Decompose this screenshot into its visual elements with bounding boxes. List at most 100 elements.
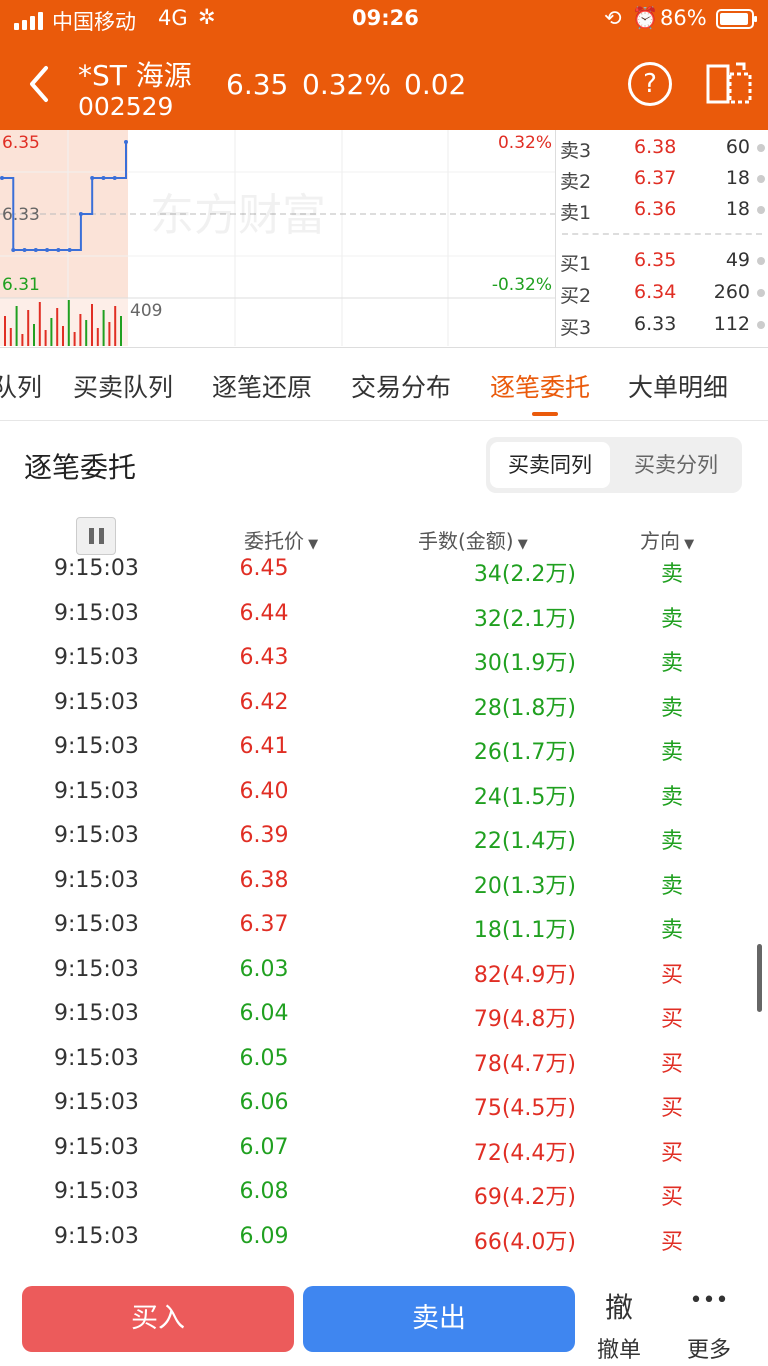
order-direction: 买: [660, 1007, 683, 1032]
order-time: 9:15:03: [54, 1090, 139, 1115]
order-row[interactable]: 9:15:03 6.03 82(4.9万) 买: [0, 957, 768, 1001]
volume-bar: [62, 326, 64, 346]
order-row[interactable]: 9:15:03 6.44 32(2.1万) 卖: [0, 601, 768, 645]
battery-icon: [716, 9, 757, 29]
tab-item[interactable]: 大单明细: [628, 368, 728, 404]
order-row[interactable]: 9:15:03 6.40 24(1.5万) 卖: [0, 779, 768, 823]
order-quantity: 24(1.5万): [473, 784, 576, 810]
chart-down-pct: -0.32%: [492, 275, 552, 295]
order-row[interactable]: 9:15:03 6.38 20(1.3万) 卖: [0, 868, 768, 912]
order-row[interactable]: 9:15:03 6.04 79(4.8万) 买: [0, 1001, 768, 1045]
order-direction: 买: [660, 1229, 683, 1255]
order-row[interactable]: 9:15:03 6.43 30(1.9万) 卖: [0, 645, 768, 689]
price-point: [124, 140, 128, 144]
volume-bar: [108, 322, 111, 346]
ask-row[interactable]: 卖3 6.38 60: [556, 134, 768, 162]
level-price: 6.34: [634, 281, 677, 303]
tab-item[interactable]: 买卖队列: [73, 368, 173, 404]
order-time: 9:15:03: [54, 1134, 139, 1160]
scrollbar[interactable]: [757, 944, 762, 1012]
level-volume: 60: [725, 136, 750, 158]
order-price: 6.44: [239, 600, 289, 626]
watermark: 东方财富: [150, 190, 326, 241]
order-row[interactable]: 9:15:03 6.07 72(4.4万) 买: [0, 1135, 768, 1179]
ask-row[interactable]: 卖1 6.36 18: [556, 196, 768, 224]
order-row[interactable]: 9:15:03 6.41 26(1.7万) 卖: [0, 734, 768, 778]
order-row[interactable]: 9:15:03 6.45 34(2.2万) 卖: [0, 556, 768, 600]
order-row[interactable]: 9:15:03 6.09 66(4.0万) 买: [0, 1224, 768, 1268]
order-price: 6.43: [239, 645, 289, 670]
ask-row[interactable]: 卖2 6.37 18: [556, 165, 768, 193]
order-quantity: 75(4.5万): [473, 1096, 576, 1121]
same-column-button[interactable]: 买卖同列: [490, 442, 610, 488]
pause-button[interactable]: [76, 517, 116, 555]
order-row[interactable]: 9:15:03 6.06 75(4.5万) 买: [0, 1090, 768, 1134]
cancel-label: 撤单: [596, 1338, 641, 1363]
order-quantity: 79(4.8万): [473, 1007, 576, 1032]
level-volume: 18: [725, 198, 750, 220]
order-price: 6.04: [239, 1001, 289, 1026]
level-volume: 49: [725, 249, 750, 271]
order-quantity: 69(4.2万): [473, 1185, 576, 1210]
volume-bar: [21, 334, 24, 346]
back-button[interactable]: [22, 62, 58, 106]
price-point: [11, 248, 16, 252]
price-point: [22, 248, 27, 252]
direction-column-sort[interactable]: 方向 ▼: [640, 525, 694, 554]
order-price: 6.39: [239, 823, 289, 848]
more-button[interactable]: ••• 更多: [676, 1282, 742, 1363]
order-direction: 买: [660, 1051, 683, 1077]
tab-item[interactable]: 逐笔委托: [490, 368, 590, 404]
tab-item[interactable]: 队列: [0, 368, 42, 404]
order-price: 6.45: [239, 556, 289, 581]
help-button[interactable]: ?: [628, 62, 672, 106]
volume-bar: [56, 308, 59, 346]
order-quantity: 26(1.7万): [473, 740, 576, 765]
order-row[interactable]: 9:15:03 6.05 78(4.7万) 买: [0, 1046, 768, 1090]
cancel-order-button[interactable]: 撤 撤单: [588, 1282, 650, 1363]
sell-button[interactable]: 卖出: [303, 1286, 575, 1352]
order-price: 6.08: [239, 1179, 289, 1204]
level-price: 6.38: [634, 136, 677, 158]
bid-row[interactable]: 买1 6.35 49: [556, 247, 768, 275]
order-book[interactable]: 卖3 6.38 60 卖2 6.37 18 卖1 6.36 18 买1 6.35 49 买2 6.34 26…: [556, 130, 768, 347]
order-price: 6.09: [239, 1223, 289, 1249]
direction-column-label: 方向: [640, 529, 680, 553]
split-column-button[interactable]: 买卖分列: [616, 442, 736, 488]
price-column-sort[interactable]: 委托价 ▼: [244, 525, 318, 554]
price-point: [33, 248, 38, 252]
level-price: 6.36: [634, 198, 677, 220]
tab-item[interactable]: 交易分布: [351, 368, 451, 404]
order-time: 9:15:03: [54, 912, 139, 937]
layout-switch-button[interactable]: [706, 62, 752, 106]
bid-row[interactable]: 买3 6.33 112: [556, 311, 768, 339]
order-direction: 卖: [660, 784, 683, 810]
chart-mid-label: 6.33: [2, 205, 40, 225]
order-row[interactable]: 9:15:03 6.37 18(1.1万) 卖: [0, 912, 768, 956]
order-quantity: 34(2.2万): [473, 562, 576, 587]
bottom-action-bar: 买入 卖出 撤 撤单 ••• 更多: [0, 1276, 768, 1366]
order-quantity: 28(1.8万): [473, 695, 576, 721]
order-row[interactable]: 9:15:03 6.39 22(1.4万) 卖: [0, 823, 768, 867]
volume-bar: [79, 314, 82, 346]
dot-icon: [757, 206, 765, 214]
bid-row[interactable]: 买2 6.34 260: [556, 279, 768, 307]
buy-button[interactable]: 买入: [22, 1286, 294, 1352]
order-time: 9:15:03: [54, 734, 139, 759]
order-price: 6.06: [239, 1090, 289, 1115]
book-divider: [562, 233, 762, 235]
dot-icon: [757, 257, 765, 265]
tab-item[interactable]: 逐笔还原: [212, 368, 312, 404]
intraday-chart[interactable]: 东方财富 6.35 6.33 6.31 0.32% -0.32% 409: [0, 130, 555, 347]
order-quantity: 30(1.9万): [473, 651, 576, 676]
order-quantity: 32(2.1万): [473, 606, 576, 632]
volume-bar: [4, 316, 6, 346]
volume-bar: [96, 328, 99, 346]
price-column-label: 委托价: [244, 529, 304, 553]
qty-column-sort[interactable]: 手数(金额) ▼: [418, 525, 528, 554]
caret-down-icon: ▼: [513, 537, 528, 552]
order-row[interactable]: 9:15:03 6.08 69(4.2万) 买: [0, 1179, 768, 1223]
order-price: 6.38: [239, 867, 289, 893]
order-quantity: 78(4.7万): [473, 1051, 576, 1077]
order-row[interactable]: 9:15:03 6.42 28(1.8万) 卖: [0, 690, 768, 734]
